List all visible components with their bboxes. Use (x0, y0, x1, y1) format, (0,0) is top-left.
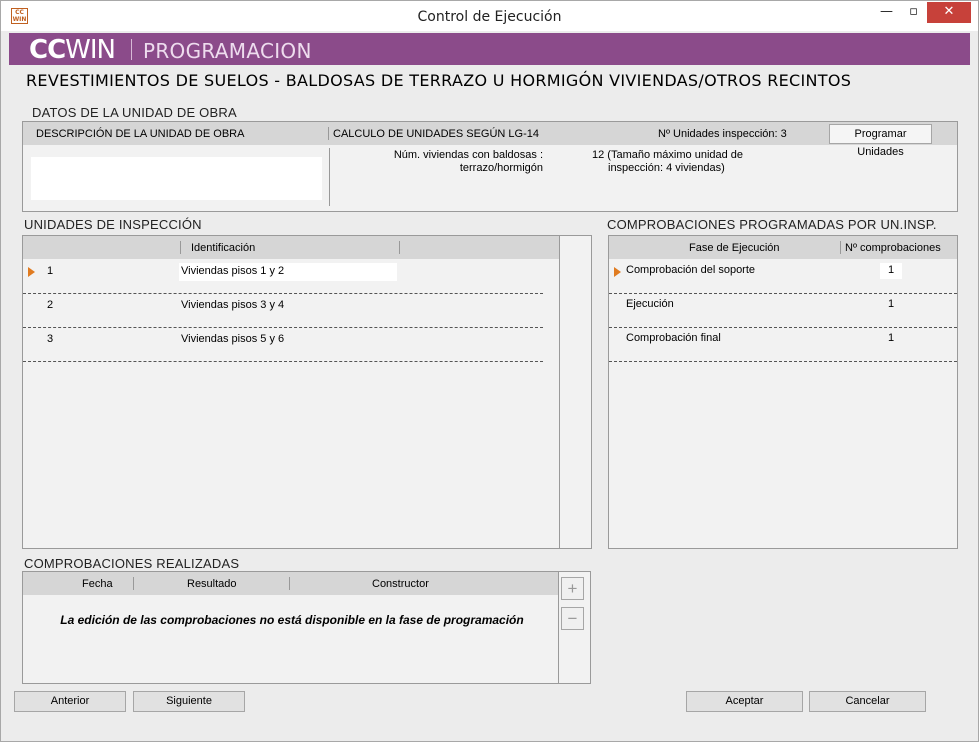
fecha-header: Fecha (82, 578, 113, 590)
descripcion-header: DESCRIPCIÓN DE LA UNIDAD DE OBRA (36, 128, 245, 140)
programar-unidades-button[interactable]: Programar Unidades (829, 124, 932, 158)
table-row[interactable]: 3 Viviendas pisos 5 y 6 (23, 328, 543, 362)
current-row-arrow-icon (28, 267, 35, 277)
descripcion-field[interactable] (31, 157, 322, 200)
datos-header: DESCRIPCIÓN DE LA UNIDAD DE OBRA CALCULO… (23, 122, 957, 158)
unidades-header: Identificación (23, 236, 559, 259)
unit-number: 3 (47, 333, 54, 345)
row-divider (23, 361, 543, 362)
table-row[interactable]: Comprobación final 1 (609, 328, 957, 362)
resultado-header: Resultado (187, 578, 237, 590)
page-title: REVESTIMIENTOS DE SUELOS - BALDOSAS DE T… (26, 71, 852, 90)
header-divider (328, 127, 329, 140)
anterior-button[interactable]: Anterior (14, 691, 126, 712)
unit-identificacion: Viviendas pisos 3 y 4 (181, 299, 285, 311)
comprobaciones-prog-header: Fase de Ejecución Nº comprobaciones (609, 236, 957, 259)
calc-label: Núm. viviendas con baldosas : terrazo/ho… (353, 149, 543, 175)
calc-value-line2: inspección: 4 viviendas) (608, 162, 725, 174)
edicion-no-disponible-message: La edición de las comprobaciones no está… (60, 613, 524, 627)
fase-header: Fase de Ejecución (689, 242, 780, 254)
header-divider (840, 241, 841, 254)
num-comprobaciones: 1 (888, 332, 895, 344)
aceptar-button[interactable]: Aceptar (686, 691, 803, 712)
unidades-grid[interactable]: Identificación 1 Viviendas pisos 1 y 2 2… (22, 235, 592, 549)
fase-ejecucion: Ejecución (626, 298, 674, 310)
title-bar[interactable]: CC WIN Control de Ejecución — ▫ ✕ (1, 1, 978, 31)
header-divider (180, 241, 181, 254)
unit-number: 1 (47, 265, 54, 277)
unit-number: 2 (47, 299, 54, 311)
unidades-section-title: UNIDADES DE INSPECCIÓN (24, 217, 202, 232)
units-count-label: Nº Unidades inspección: 3 (658, 128, 787, 140)
calc-value-line1: 12 (Tamaño máximo unidad de (592, 149, 744, 161)
header-divider (133, 577, 134, 590)
num-comprobaciones-header: Nº comprobaciones (845, 242, 941, 254)
datos-divider (329, 148, 330, 206)
calculo-header: CALCULO DE UNIDADES SEGÚN LG-14 (333, 128, 539, 140)
calc-value: 12 (Tamaño máximo unidad de inspección: … (592, 149, 772, 175)
constructor-header: Constructor (372, 578, 429, 590)
add-comprobacion-button[interactable]: + (561, 577, 584, 600)
logo-cc: CC (29, 35, 66, 65)
row-divider (609, 361, 957, 362)
header-divider (399, 241, 400, 254)
minimize-icon[interactable]: — (874, 2, 899, 23)
calc-label-line2: terrazo/hormigón (459, 162, 543, 174)
cancelar-button[interactable]: Cancelar (809, 691, 926, 712)
current-row-arrow-icon (614, 267, 621, 277)
banner-divider (131, 39, 132, 60)
fase-ejecucion: Comprobación final (626, 332, 721, 344)
table-row[interactable]: Ejecución 1 (609, 294, 957, 328)
unit-identificacion: Viviendas pisos 5 y 6 (181, 333, 285, 345)
ccwin-logo: CCWIN (29, 35, 116, 65)
mode-label: PROGRAMACION (143, 39, 312, 63)
maximize-icon[interactable]: ▫ (901, 2, 926, 23)
comprobaciones-prog-grid[interactable]: Fase de Ejecución Nº comprobaciones Comp… (608, 235, 958, 549)
window-title: Control de Ejecución (417, 9, 562, 25)
app-banner: CCWIN PROGRAMACION (9, 33, 970, 65)
datos-panel: DESCRIPCIÓN DE LA UNIDAD DE OBRA CALCULO… (22, 121, 958, 212)
unidades-scrollbar[interactable] (559, 236, 591, 548)
table-row[interactable]: Comprobación del soporte 1 (609, 260, 957, 294)
unit-identificacion: Viviendas pisos 1 y 2 (181, 265, 285, 277)
num-comprobaciones: 1 (888, 298, 895, 310)
realizadas-grid: Fecha Resultado Constructor La edición d… (22, 571, 591, 684)
num-comprobaciones: 1 (888, 264, 895, 276)
fase-ejecucion: Comprobación del soporte (626, 264, 756, 276)
realizadas-section-title: COMPROBACIONES REALIZADAS (24, 556, 240, 571)
remove-comprobacion-button[interactable]: − (561, 607, 584, 630)
table-row[interactable]: 1 Viviendas pisos 1 y 2 (23, 260, 543, 294)
close-icon[interactable]: ✕ (927, 2, 971, 23)
table-row[interactable]: 2 Viviendas pisos 3 y 4 (23, 294, 543, 328)
calc-label-line1: Núm. viviendas con baldosas : (393, 149, 543, 161)
comprobaciones-prog-section-title: COMPROBACIONES PROGRAMADAS POR UN.INSP. (607, 217, 937, 232)
logo-win: WIN (65, 35, 116, 65)
control-ejecucion-window: CC WIN Control de Ejecución — ▫ ✕ CCWIN … (0, 0, 979, 742)
datos-section-title: DATOS DE LA UNIDAD DE OBRA (32, 105, 237, 120)
realizadas-header: Fecha Resultado Constructor (23, 572, 558, 595)
identificacion-header: Identificación (191, 242, 256, 254)
header-divider (289, 577, 290, 590)
siguiente-button[interactable]: Siguiente (133, 691, 245, 712)
